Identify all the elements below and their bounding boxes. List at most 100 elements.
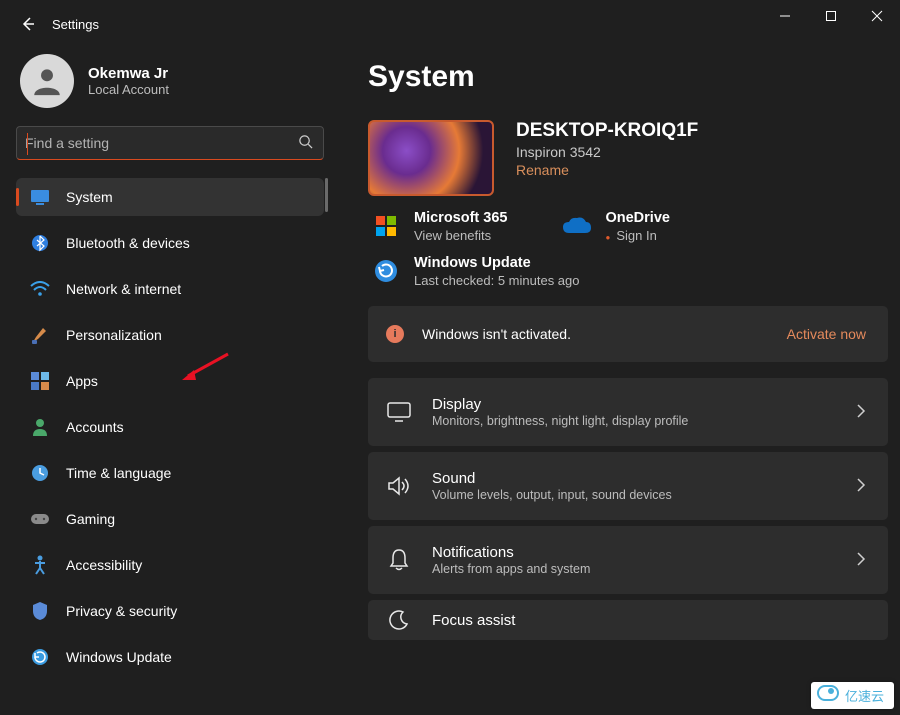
info-icon: i [386, 325, 404, 343]
device-row: DESKTOP-KROIQ1F Inspiron 3542 Rename [368, 120, 888, 196]
service-title: Microsoft 365 [414, 210, 507, 226]
service-m365[interactable]: Microsoft 365 View benefits [372, 210, 507, 243]
nav-label: Windows Update [66, 649, 172, 665]
nav-item-accounts[interactable]: Accounts [16, 408, 324, 446]
nav-list: System Bluetooth & devices Network & int… [16, 178, 324, 684]
sidebar: Okemwa Jr Local Account System Bluetooth… [0, 48, 340, 715]
nav-item-bluetooth[interactable]: Bluetooth & devices [16, 224, 324, 262]
device-name: DESKTOP-KROIQ1F [516, 120, 698, 142]
user-icon [30, 64, 64, 98]
update-icon [30, 647, 50, 667]
card-notifications[interactable]: Notifications Alerts from apps and syste… [368, 526, 888, 594]
apps-icon [30, 371, 50, 391]
titlebar: Settings [0, 0, 900, 48]
device-thumbnail[interactable] [368, 120, 494, 196]
service-windows-update[interactable]: Windows Update Last checked: 5 minutes a… [372, 255, 580, 288]
search-input[interactable] [25, 135, 298, 151]
activate-now-link[interactable]: Activate now [787, 326, 866, 342]
nav-label: Personalization [66, 327, 162, 343]
activation-banner: i Windows isn't activated. Activate now [368, 306, 888, 362]
system-icon [30, 187, 50, 207]
maximize-icon [825, 10, 837, 22]
nav-item-update[interactable]: Windows Update [16, 638, 324, 676]
service-sub: View benefits [414, 228, 507, 243]
onedrive-icon [563, 212, 591, 240]
card-sub: Monitors, brightness, night light, displ… [432, 414, 856, 428]
paintbrush-icon [30, 325, 50, 345]
nav-label: Bluetooth & devices [66, 235, 190, 251]
clock-icon [30, 463, 50, 483]
window-controls [762, 0, 900, 32]
person-icon [30, 417, 50, 437]
nav-item-apps[interactable]: Apps [16, 362, 324, 400]
back-button[interactable] [8, 4, 48, 44]
service-sub: Sign In [605, 228, 669, 243]
avatar [20, 54, 74, 108]
watermark: 亿速云 [811, 682, 894, 709]
nav-label: Time & language [66, 465, 171, 481]
card-title: Notifications [432, 544, 856, 561]
nav-label: Accounts [66, 419, 124, 435]
nav-item-privacy[interactable]: Privacy & security [16, 592, 324, 630]
service-title: Windows Update [414, 255, 580, 271]
minimize-button[interactable] [762, 0, 808, 32]
card-title: Sound [432, 470, 856, 487]
scrollbar-thumb[interactable] [325, 178, 328, 212]
nav-item-personalization[interactable]: Personalization [16, 316, 324, 354]
bell-icon [386, 547, 412, 573]
card-sub: Alerts from apps and system [432, 562, 856, 576]
window-title: Settings [52, 17, 99, 32]
maximize-button[interactable] [808, 0, 854, 32]
back-arrow-icon [20, 16, 36, 32]
service-sub: Last checked: 5 minutes ago [414, 273, 580, 288]
services-row-2: Windows Update Last checked: 5 minutes a… [368, 255, 888, 288]
nav-label: Network & internet [66, 281, 181, 297]
services-row: Microsoft 365 View benefits OneDrive Sig… [368, 210, 888, 243]
nav-label: Accessibility [66, 557, 142, 573]
wifi-icon [30, 279, 50, 299]
nav-label: Privacy & security [66, 603, 177, 619]
nav-label: System [66, 189, 113, 205]
m365-icon [372, 212, 400, 240]
accessibility-icon [30, 555, 50, 575]
device-model: Inspiron 3542 [516, 144, 698, 160]
card-title: Display [432, 396, 856, 413]
nav-label: Gaming [66, 511, 115, 527]
gamepad-icon [30, 509, 50, 529]
chevron-right-icon [856, 478, 866, 495]
banner-text: Windows isn't activated. [422, 326, 787, 342]
close-icon [871, 10, 883, 22]
close-button[interactable] [854, 0, 900, 32]
display-icon [386, 399, 412, 425]
chevron-right-icon [856, 552, 866, 569]
nav-label: Apps [66, 373, 98, 389]
search-icon [298, 134, 313, 152]
user-block[interactable]: Okemwa Jr Local Account [16, 54, 324, 108]
card-sound[interactable]: Sound Volume levels, output, input, soun… [368, 452, 888, 520]
card-display[interactable]: Display Monitors, brightness, night ligh… [368, 378, 888, 446]
text-caret [27, 133, 28, 155]
nav-item-gaming[interactable]: Gaming [16, 500, 324, 538]
card-focus-assist[interactable]: Focus assist [368, 600, 888, 640]
page-title: System [368, 60, 888, 94]
shield-icon [30, 601, 50, 621]
moon-icon [386, 607, 412, 633]
rename-link[interactable]: Rename [516, 162, 698, 178]
sound-icon [386, 473, 412, 499]
nav-item-time[interactable]: Time & language [16, 454, 324, 492]
service-title: OneDrive [605, 210, 669, 226]
search-box[interactable] [16, 126, 324, 160]
service-onedrive[interactable]: OneDrive Sign In [563, 210, 669, 243]
user-account-type: Local Account [88, 82, 169, 97]
minimize-icon [779, 10, 791, 22]
user-name: Okemwa Jr [88, 65, 169, 82]
nav-item-network[interactable]: Network & internet [16, 270, 324, 308]
bluetooth-icon [30, 233, 50, 253]
chevron-right-icon [856, 404, 866, 421]
nav-item-accessibility[interactable]: Accessibility [16, 546, 324, 584]
content-pane: System DESKTOP-KROIQ1F Inspiron 3542 Ren… [340, 48, 900, 715]
nav-item-system[interactable]: System [16, 178, 324, 216]
card-sub: Volume levels, output, input, sound devi… [432, 488, 856, 502]
card-title: Focus assist [432, 612, 866, 629]
update-circle-icon [372, 257, 400, 285]
